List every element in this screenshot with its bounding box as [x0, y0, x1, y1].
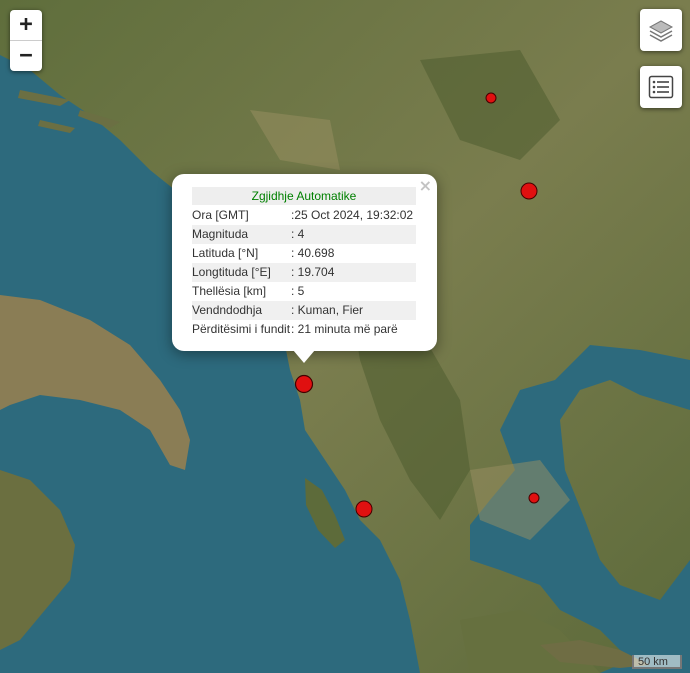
row-label: Thellësia [km]	[192, 284, 267, 298]
table-row: Ora [GMT] :25 Oct 2024, 19:32:02	[192, 206, 416, 225]
zoom-in-button[interactable]: +	[10, 10, 42, 41]
row-value: : 21 minuta më parë	[291, 322, 398, 336]
table-row: Longtituda [°E] : 19.704	[192, 263, 416, 282]
earthquake-popup: × Zgjidhje Automatike Ora [GMT] :25 Oct …	[172, 174, 437, 351]
row-label: Vendndodhja	[192, 301, 291, 320]
table-row: Përditësimi i fundit : 21 minuta më parë	[192, 320, 416, 339]
row-label: Magnituda	[192, 225, 291, 244]
row-label: Latituda [°N]	[192, 246, 259, 260]
popup-title: Zgjidhje Automatike	[192, 187, 416, 205]
list-button[interactable]	[640, 66, 682, 108]
earthquake-marker[interactable]	[520, 182, 538, 200]
row-value: : 40.698	[291, 246, 335, 260]
popup-tip	[293, 350, 315, 363]
list-icon	[648, 75, 674, 99]
row-value: : Kuman, Fier	[291, 301, 416, 320]
popup-close-button[interactable]: ×	[419, 176, 432, 195]
row-label: Ora [GMT]	[192, 208, 249, 222]
row-label: Përditësimi i fundit	[192, 322, 291, 336]
scale-bar: 50 km	[632, 655, 682, 669]
layers-button[interactable]	[640, 9, 682, 51]
zoom-control: + −	[10, 10, 42, 71]
row-value: : 19.704	[291, 263, 416, 282]
earthquake-details-table: Ora [GMT] :25 Oct 2024, 19:32:02 Magnitu…	[192, 206, 416, 339]
table-row: Magnituda : 4	[192, 225, 416, 244]
table-row: Thellësia [km] : 5	[192, 282, 416, 301]
table-row: Vendndodhja : Kuman, Fier	[192, 301, 416, 320]
earthquake-marker[interactable]	[528, 492, 540, 504]
earthquake-marker[interactable]	[355, 500, 373, 518]
table-row: Latituda [°N] : 40.698	[192, 244, 416, 263]
row-value: : 4	[291, 225, 416, 244]
row-label: Longtituda [°E]	[192, 263, 291, 282]
row-value: : 5	[291, 284, 305, 298]
zoom-out-button[interactable]: −	[10, 41, 42, 71]
layers-icon	[648, 20, 674, 42]
row-value: :25 Oct 2024, 19:32:02	[291, 208, 414, 222]
earthquake-marker[interactable]	[485, 92, 497, 104]
earthquake-marker[interactable]	[294, 374, 314, 394]
